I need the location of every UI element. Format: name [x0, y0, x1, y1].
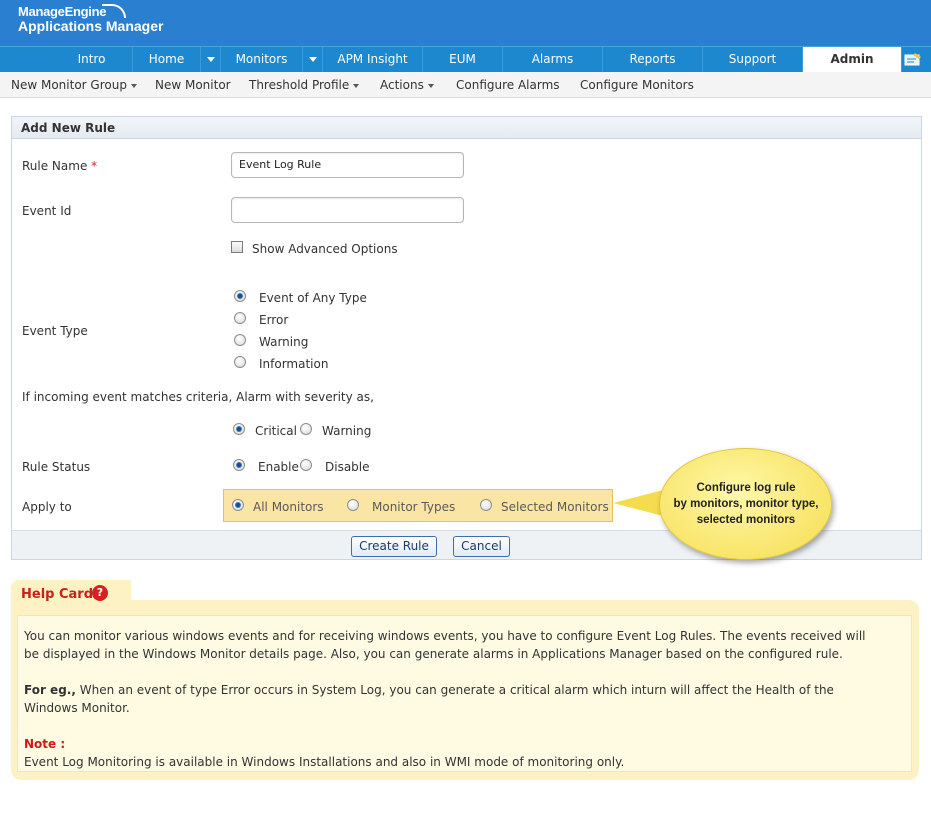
caret-down-icon: [130, 83, 137, 88]
nav-monitors-dropdown-icon[interactable]: [303, 47, 323, 72]
event-id-input[interactable]: [231, 197, 464, 223]
subnav-label: Configure Monitors: [580, 78, 694, 92]
status-disable-label: Disable: [325, 460, 370, 474]
event-type-any-radio[interactable]: [234, 290, 246, 302]
nav-apm-insight[interactable]: APM Insight: [323, 47, 423, 72]
caret-down-icon: [353, 83, 360, 88]
event-type-warning-label: Warning: [259, 335, 309, 349]
callout-line-2: by monitors, monitor type,: [673, 498, 819, 510]
apply-monitor-types-label: Monitor Types: [372, 500, 456, 514]
apply-to-label: Apply to: [22, 500, 72, 514]
cancel-button[interactable]: Cancel: [453, 536, 510, 557]
status-enable-label: Enable: [258, 460, 299, 474]
edit-layout-icon[interactable]: [904, 52, 922, 66]
rule-name-input[interactable]: Event Log Rule: [231, 152, 464, 178]
subnav-actions[interactable]: Actions: [380, 72, 434, 98]
brand-name: ManageEngine: [18, 4, 107, 19]
apply-selected-monitors-label: Selected Monitors: [501, 500, 609, 514]
subnav-label: New Monitor Group: [11, 78, 127, 92]
note-label: Note :: [24, 737, 66, 751]
nav-reports[interactable]: Reports: [603, 47, 703, 72]
panel-title: Add New Rule: [12, 117, 921, 139]
nav-support[interactable]: Support: [703, 47, 803, 72]
nav-admin[interactable]: Admin: [803, 47, 902, 72]
event-type-any-label: Event of Any Type: [259, 291, 367, 305]
callout-line-1: Configure log rule: [696, 482, 796, 494]
subnav-new-monitor-group[interactable]: New Monitor Group: [11, 72, 137, 98]
rule-name-label: Rule Name *: [22, 159, 97, 173]
callout-text: Configure log rule by monitors, monitor …: [666, 480, 826, 528]
rule-name-text: Rule Name: [22, 159, 88, 173]
status-enable-radio[interactable]: [233, 459, 245, 471]
apply-all-monitors-radio[interactable]: [232, 499, 244, 511]
severity-critical-radio[interactable]: [233, 423, 245, 435]
top-banner: ManageEngine Applications Manager: [0, 0, 931, 46]
callout-tail: [613, 490, 663, 516]
nav-home[interactable]: Home: [133, 47, 201, 72]
subnav-label: Configure Alarms: [456, 78, 560, 92]
note-text: Event Log Monitoring is available in Win…: [24, 755, 625, 769]
create-rule-button[interactable]: Create Rule: [351, 536, 437, 557]
subnav-new-monitor[interactable]: New Monitor: [155, 72, 231, 98]
advanced-options-checkbox[interactable]: [231, 241, 243, 253]
subnav-configure-monitors[interactable]: Configure Monitors: [580, 72, 694, 98]
apply-selected-monitors-radio[interactable]: [480, 499, 492, 511]
help-card-title: Help Card: [21, 587, 94, 602]
apply-all-monitors-label: All Monitors: [253, 500, 324, 514]
apply-monitor-types-radio[interactable]: [347, 499, 359, 511]
event-type-information-radio[interactable]: [234, 356, 246, 368]
product-logo[interactable]: ManageEngine Applications Manager: [18, 4, 163, 34]
caret-down-icon: [427, 83, 434, 88]
nav-monitors[interactable]: Monitors: [221, 47, 303, 72]
help-question-icon[interactable]: ?: [92, 585, 108, 601]
event-id-label: Event Id: [22, 204, 72, 218]
advanced-options-label: Show Advanced Options: [252, 242, 398, 256]
subnav-threshold-profile[interactable]: Threshold Profile: [249, 72, 360, 98]
subnav-label: New Monitor: [155, 78, 231, 92]
required-mark: *: [91, 159, 98, 173]
help-paragraph-2: For eg., When an event of type Error occ…: [24, 681, 884, 717]
nav-eum[interactable]: EUM: [423, 47, 503, 72]
nav-home-dropdown-icon[interactable]: [201, 47, 221, 72]
callout-line-3: selected monitors: [696, 514, 796, 526]
help-paragraph-1: You can monitor various windows events a…: [24, 629, 866, 661]
severity-critical-label: Critical: [255, 424, 297, 438]
event-type-information-label: Information: [259, 357, 329, 371]
severity-prompt: If incoming event matches criteria, Alar…: [22, 390, 374, 404]
nav-alarms[interactable]: Alarms: [503, 47, 603, 72]
event-type-label: Event Type: [22, 324, 88, 338]
severity-warning-radio[interactable]: [300, 423, 312, 435]
rule-status-label: Rule Status: [22, 460, 91, 474]
nav-intro[interactable]: Intro: [51, 47, 133, 72]
event-type-warning-radio[interactable]: [234, 334, 246, 346]
example-text: When an event of type Error occurs in Sy…: [24, 683, 834, 715]
severity-warning-label: Warning: [322, 424, 372, 438]
status-disable-radio[interactable]: [300, 459, 312, 471]
subnav-label: Threshold Profile: [249, 78, 350, 92]
event-type-error-label: Error: [259, 313, 289, 327]
event-type-error-radio[interactable]: [234, 312, 246, 324]
sub-nav: New Monitor Group New Monitor Threshold …: [0, 72, 931, 98]
subnav-label: Actions: [380, 78, 424, 92]
main-nav: Intro Home Monitors APM Insight EUM Alar…: [0, 46, 931, 72]
example-label: For eg.,: [24, 683, 76, 697]
subnav-configure-alarms[interactable]: Configure Alarms: [456, 72, 560, 98]
product-name: Applications Manager: [18, 18, 164, 34]
